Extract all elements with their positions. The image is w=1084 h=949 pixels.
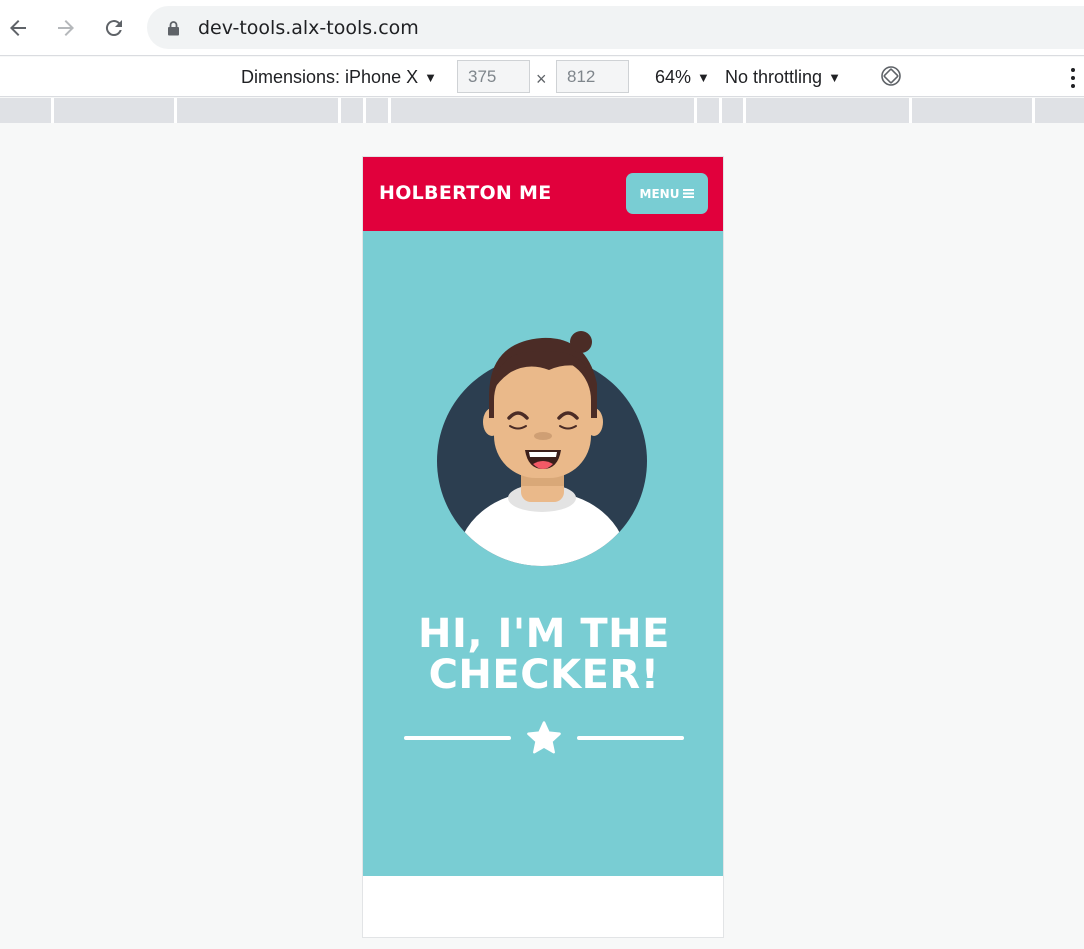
hero-title-line2: CHECKER! [428,652,660,698]
ruler-tick[interactable] [1032,98,1035,123]
ruler-tick[interactable] [174,98,177,123]
browser-toolbar: dev-tools.alx-tools.com [0,0,1084,56]
hero-title: HI, I'M THE CHECKER! [363,611,723,698]
dimensions-label: Dimensions: iPhone X [241,67,419,87]
hamburger-icon [683,189,695,198]
device-viewport: HOLBERTON ME MENU HI, I'M THE CHECKER! [362,156,724,938]
reload-button[interactable] [98,12,130,44]
reload-icon [105,20,122,37]
device-toolbar: Dimensions: iPhone X ▼ 375 × 812 64% ▼ N… [0,57,1084,97]
zoom-label: 64% [655,67,692,87]
throttling-label: No throttling [725,67,823,87]
times-symbol: × [536,69,547,89]
throttling-dropdown[interactable]: No throttling ▼ [725,67,841,88]
address-bar[interactable]: dev-tools.alx-tools.com [147,6,1084,49]
zoom-dropdown[interactable]: 64% ▼ [655,67,710,88]
ruler-tick[interactable] [388,98,391,123]
site-header: HOLBERTON ME MENU [363,157,723,231]
dimensions-dropdown[interactable]: Dimensions: iPhone X ▼ [241,67,437,88]
back-button[interactable] [2,12,34,44]
rotate-icon[interactable] [880,65,902,87]
ruler-tick[interactable] [743,98,746,123]
menu-button[interactable]: MENU [626,173,708,214]
site-brand[interactable]: HOLBERTON ME [379,182,552,204]
kebab-menu-icon[interactable] [1068,67,1078,89]
arrow-right-icon [58,20,74,36]
ruler-tick[interactable] [719,98,722,123]
media-query-ruler [0,98,1084,123]
hero-section: HI, I'M THE CHECKER! [363,231,723,876]
caret-down-icon: ▼ [828,70,841,85]
divider-line-left [404,736,511,740]
lock-icon [168,21,179,36]
ruler-tick[interactable] [51,98,54,123]
caret-down-icon: ▼ [424,70,437,85]
avatar-illustration [437,331,647,566]
star-icon [527,721,561,754]
url-text: dev-tools.alx-tools.com [198,17,419,39]
forward-button[interactable] [50,12,82,44]
divider-line-right [577,736,684,740]
ruler-tick[interactable] [363,98,366,123]
width-input[interactable]: 375 [457,60,530,93]
arrow-left-icon [10,20,26,36]
ruler-tick[interactable] [338,98,341,123]
hero-title-line1: HI, I'M THE [418,611,670,657]
caret-down-icon: ▼ [697,70,710,85]
height-input[interactable]: 812 [556,60,629,93]
ruler-tick[interactable] [694,98,697,123]
menu-label: MENU [639,186,680,201]
ruler-tick[interactable] [909,98,912,123]
